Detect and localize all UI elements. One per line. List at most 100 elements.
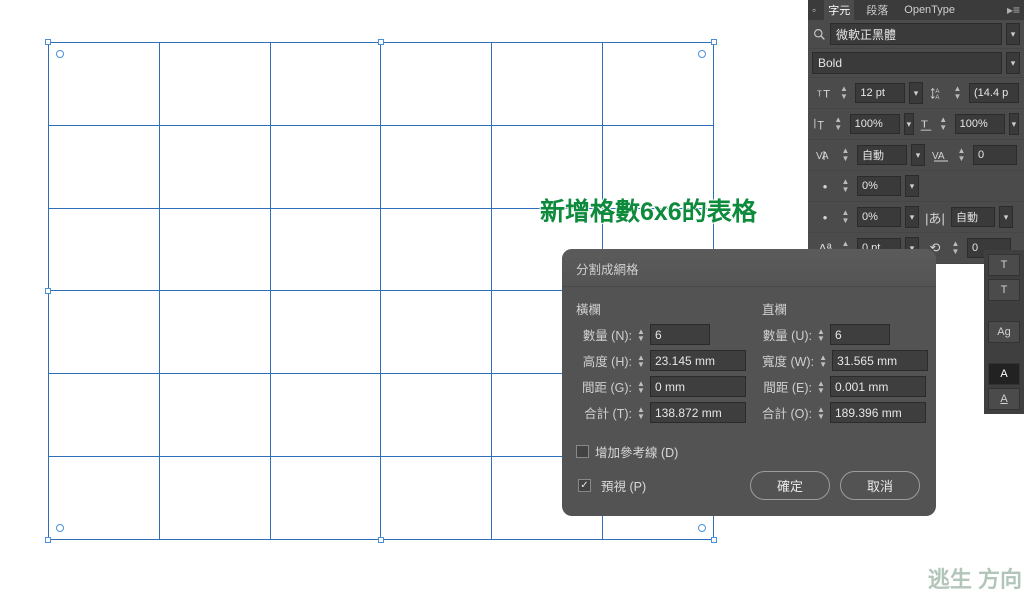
rows-count-stepper[interactable]: ▲▼: [636, 328, 646, 342]
selection-handle[interactable]: [378, 537, 384, 543]
baseline-shift-icon: •: [813, 176, 837, 196]
registration-mark: [56, 524, 64, 532]
tab-paragraph[interactable]: 段落: [862, 0, 892, 20]
chevron-down-icon[interactable]: ▾: [905, 206, 919, 228]
rows-gutter-label: 間距 (G):: [576, 377, 632, 396]
cols-total-stepper[interactable]: ▲▼: [816, 406, 826, 420]
rows-total-stepper[interactable]: ▲▼: [636, 406, 646, 420]
kerning-stepper[interactable]: ▲▼: [841, 147, 850, 163]
kerning-icon: VA: [813, 145, 837, 165]
svg-text:T: T: [921, 119, 928, 130]
text-tool-button[interactable]: T: [988, 279, 1020, 301]
font-style-input[interactable]: [812, 52, 1002, 74]
cols-count-stepper[interactable]: ▲▼: [816, 328, 826, 342]
add-guides-checkbox[interactable]: [576, 445, 589, 458]
rows-gutter-input[interactable]: [650, 376, 746, 397]
selection-handle[interactable]: [711, 39, 717, 45]
rows-gutter-stepper[interactable]: ▲▼: [636, 380, 646, 394]
baseline-input[interactable]: [857, 176, 901, 196]
rows-height-input[interactable]: [650, 350, 746, 371]
leading-input[interactable]: [969, 83, 1019, 103]
rotation-input[interactable]: [857, 207, 901, 227]
hscale-input[interactable]: [955, 114, 1005, 134]
vscale-stepper[interactable]: ▲▼: [834, 116, 843, 132]
cols-section: 直欄 數量 (U): ▲▼ 寬度 (W): ▲▼ 間距 (E): ▲▼ 合計 (…: [762, 299, 928, 428]
registration-mark: [56, 50, 64, 58]
baseline-stepper[interactable]: ▲▼: [841, 178, 850, 194]
watermark: 逃生 方向: [928, 569, 1022, 591]
font-size-stepper[interactable]: ▲▼: [839, 85, 848, 101]
chevron-down-icon[interactable]: ▾: [909, 82, 922, 104]
cols-gutter-stepper[interactable]: ▲▼: [816, 380, 826, 394]
rotation-icon: •: [813, 207, 837, 227]
cols-gutter-label: 間距 (E):: [762, 377, 812, 396]
tab-opentype[interactable]: OpenType: [900, 2, 959, 18]
selection-handle[interactable]: [45, 288, 51, 294]
add-guides-label: 增加參考線 (D): [595, 442, 678, 461]
rows-section: 橫欄 數量 (N): ▲▼ 高度 (H): ▲▼ 間距 (G): ▲▼ 合計 (…: [576, 299, 746, 428]
selection-handle[interactable]: [711, 537, 717, 543]
chevron-down-icon[interactable]: ▾: [904, 113, 914, 135]
appearance-a-fill-button[interactable]: A: [988, 388, 1020, 410]
vscale-icon: T: [813, 114, 830, 134]
rotation-stepper[interactable]: ▲▼: [841, 209, 850, 225]
rows-count-input[interactable]: [650, 324, 710, 345]
tab-character[interactable]: 字元: [824, 0, 854, 20]
character-panel: ◦ 字元 段落 OpenType ▸≡ ▾ ▾ TT ▲▼ ▾ AA ▲▼ T …: [808, 0, 1024, 264]
hscale-stepper[interactable]: ▲▼: [939, 116, 948, 132]
glyph-button[interactable]: Ag: [988, 321, 1020, 343]
registration-mark: [698, 524, 706, 532]
cols-total-label: 合計 (O):: [762, 403, 812, 422]
vscale-input[interactable]: [850, 114, 900, 134]
chevron-down-icon[interactable]: ▾: [999, 206, 1013, 228]
kerning-input[interactable]: [857, 145, 907, 165]
preview-label: 預視 (P): [601, 476, 646, 495]
aki-right-stepper[interactable]: ▲▼: [951, 240, 960, 256]
cols-count-label: 數量 (U):: [762, 325, 812, 344]
font-family-input[interactable]: [830, 23, 1002, 45]
split-into-grid-dialog: 分割成網格 橫欄 數量 (N): ▲▼ 高度 (H): ▲▼ 間距 (G): ▲…: [562, 249, 936, 516]
font-size-icon: TT: [813, 83, 835, 103]
chevron-down-icon[interactable]: ▾: [1009, 113, 1019, 135]
leading-icon: AA: [927, 83, 949, 103]
cols-total-input[interactable]: [830, 402, 926, 423]
preview-checkbox[interactable]: ✓: [578, 479, 591, 492]
rows-total-label: 合計 (T):: [576, 403, 632, 422]
registration-mark: [698, 50, 706, 58]
text-tool-button[interactable]: T: [988, 254, 1020, 276]
rows-height-label: 高度 (H):: [576, 351, 632, 370]
cols-gutter-input[interactable]: [830, 376, 926, 397]
chevron-down-icon[interactable]: ▾: [911, 144, 925, 166]
tracking-stepper[interactable]: ▲▼: [957, 147, 966, 163]
hscale-icon: T: [918, 114, 935, 134]
leading-stepper[interactable]: ▲▼: [953, 85, 962, 101]
cancel-button[interactable]: 取消: [840, 471, 920, 500]
cols-count-input[interactable]: [830, 324, 890, 345]
aki-auto-input[interactable]: [951, 207, 995, 227]
aki-icon: |あ|: [923, 207, 947, 227]
chevron-down-icon[interactable]: ▾: [1006, 52, 1020, 74]
selection-handle[interactable]: [378, 39, 384, 45]
tracking-input[interactable]: [973, 145, 1017, 165]
search-icon[interactable]: [812, 27, 826, 41]
cols-header: 直欄: [762, 299, 928, 318]
svg-text:T: T: [818, 120, 825, 131]
appearance-a-button[interactable]: A: [988, 363, 1020, 385]
side-tool-stack: T T Ag A A: [984, 250, 1024, 414]
tracking-icon: VA: [929, 145, 953, 165]
annotation-text: 新增格數6x6的表格: [540, 192, 757, 228]
ok-button[interactable]: 確定: [750, 471, 830, 500]
rows-total-input[interactable]: [650, 402, 746, 423]
chevron-down-icon[interactable]: ▾: [1006, 23, 1020, 45]
selection-handle[interactable]: [45, 39, 51, 45]
cols-width-stepper[interactable]: ▲▼: [818, 354, 828, 368]
svg-text:VA: VA: [932, 151, 945, 162]
svg-text:A: A: [935, 94, 940, 100]
cols-width-input[interactable]: [832, 350, 928, 371]
chevron-down-icon[interactable]: ▾: [905, 175, 919, 197]
rows-header: 橫欄: [576, 299, 746, 318]
rows-height-stepper[interactable]: ▲▼: [636, 354, 646, 368]
selection-handle[interactable]: [45, 537, 51, 543]
font-size-input[interactable]: [855, 83, 905, 103]
panel-menu-icon[interactable]: ▸≡: [1007, 3, 1020, 17]
